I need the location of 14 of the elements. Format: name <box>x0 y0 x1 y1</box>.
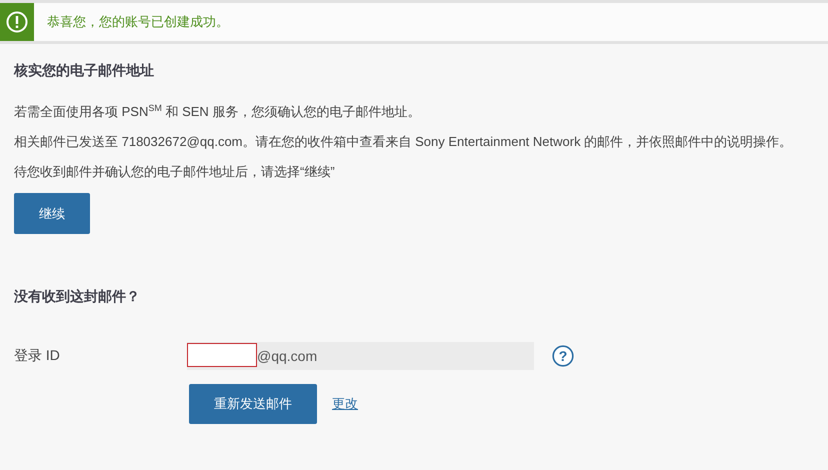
resend-email-button[interactable]: 重新发送邮件 <box>189 384 317 424</box>
alert-icon <box>6 11 28 33</box>
continue-button[interactable]: 继续 <box>14 192 90 234</box>
success-message: 恭喜您，您的账号已创建成功。 <box>46 13 229 32</box>
section-heading: 没有收到这封邮件？ <box>14 288 141 305</box>
change-link[interactable]: 更改 <box>332 394 358 414</box>
login-id-field[interactable]: @qq.com <box>257 342 534 370</box>
instruction-text: 若需全面使用各项 PSN$^{SM}$ 和 SEN 服务，您须确认您的电子邮件地址。 <box>14 102 422 121</box>
section-heading: 核实您的电子邮件地址 <box>14 62 155 79</box>
field-label: 登录 ID <box>14 346 61 366</box>
instruction-text: 相关邮件已发送至 718032672@qq.com。请在您的收件箱中查看来自 Sony Entertainment Network 的邮件，并依照邮件中的说明操作。 <box>14 132 794 151</box>
instruction-text: 待您收到邮件并确认您的电子邮件地址后，请选择“继续” <box>14 162 336 181</box>
help-icon[interactable]: ? <box>552 344 574 367</box>
login-id-field[interactable]: @qq.com <box>187 342 534 370</box>
